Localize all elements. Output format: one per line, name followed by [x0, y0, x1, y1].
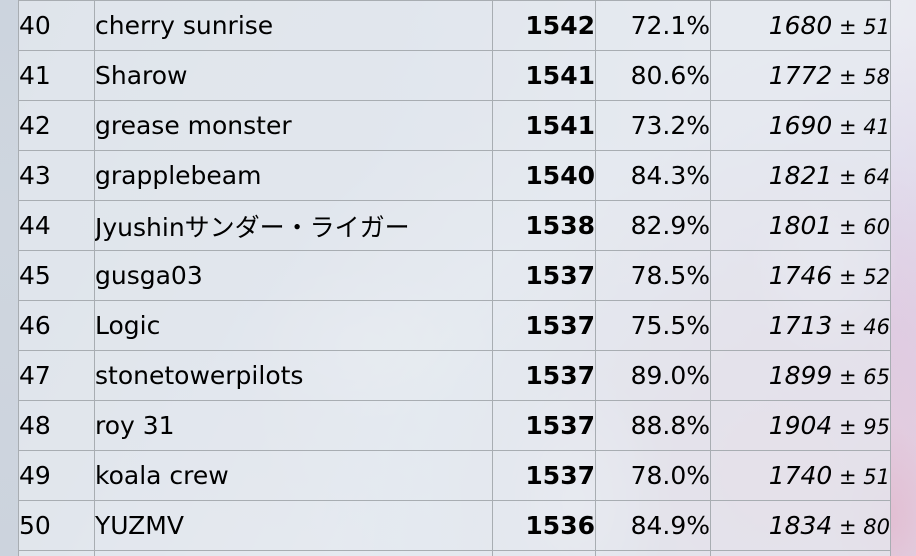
range-value: 1772 — [768, 61, 833, 90]
cell-partial-rating — [492, 550, 596, 556]
cell-rating: 1537 — [492, 350, 596, 401]
cell-rank: 49 — [18, 450, 95, 501]
cell-percent: 73.2% — [595, 100, 711, 151]
range-value: 1821 — [768, 161, 833, 190]
cell-rank: 47 — [18, 350, 95, 401]
cell-rating: 1537 — [492, 250, 596, 301]
range-value: 1690 — [768, 111, 833, 140]
cell-rank: 45 — [18, 250, 95, 301]
background-left-strip — [0, 0, 19, 556]
range-value: 1801 — [768, 211, 833, 240]
range-error: ± 58 — [832, 65, 890, 89]
cell-partial-pct — [595, 550, 711, 556]
cell-range: 1834 ± 80 — [710, 500, 891, 551]
cell-range: 1821 ± 64 — [710, 150, 891, 201]
cell-range: 1713 ± 46 — [710, 300, 891, 351]
cell-rating: 1536 — [492, 500, 596, 551]
cell-name: koala crew — [94, 450, 493, 501]
table-row[interactable]: 47 stonetowerpilots 1537 89.0% 1899 ± 65 — [18, 350, 891, 401]
range-value: 1904 — [768, 411, 833, 440]
cell-percent: 82.9% — [595, 200, 711, 251]
cell-percent: 84.9% — [595, 500, 711, 551]
table-row-partial[interactable] — [18, 550, 891, 556]
cell-rank: 46 — [18, 300, 95, 351]
cell-name: YUZMV — [94, 500, 493, 551]
range-error: ± 65 — [832, 365, 890, 389]
range-error: ± 52 — [832, 265, 890, 289]
range-error: ± 95 — [832, 415, 890, 439]
table-row[interactable]: 42 grease monster 1541 73.2% 1690 ± 41 — [18, 100, 891, 151]
cell-rating: 1537 — [492, 400, 596, 451]
cell-rating: 1541 — [492, 100, 596, 151]
cell-name: grease monster — [94, 100, 493, 151]
cell-range: 1899 ± 65 — [710, 350, 891, 401]
cell-rank: 41 — [18, 50, 95, 101]
range-value: 1746 — [768, 261, 833, 290]
cell-range: 1801 ± 60 — [710, 200, 891, 251]
cell-percent: 78.0% — [595, 450, 711, 501]
cell-rank: 43 — [18, 150, 95, 201]
cell-name: cherry sunrise — [94, 0, 493, 51]
table-row[interactable]: 45 gusga03 1537 78.5% 1746 ± 52 — [18, 250, 891, 301]
table-row[interactable]: 50 YUZMV 1536 84.9% 1834 ± 80 — [18, 500, 891, 551]
range-error: ± 64 — [832, 165, 890, 189]
cell-rating: 1542 — [492, 0, 596, 51]
range-error: ± 51 — [832, 465, 890, 489]
cell-rank: 40 — [18, 0, 95, 51]
table-row[interactable]: 48 roy 31 1537 88.8% 1904 ± 95 — [18, 400, 891, 451]
cell-range: 1740 ± 51 — [710, 450, 891, 501]
leaderboard-table-body: 40 cherry sunrise 1542 72.1% 1680 ± 51 41 Shar… — [18, 0, 891, 556]
cell-range: 1680 ± 51 — [710, 0, 891, 51]
range-error: ± 46 — [832, 315, 890, 339]
cell-range: 1746 ± 52 — [710, 250, 891, 301]
cell-partial-rank — [18, 550, 95, 556]
cell-partial-name — [94, 550, 493, 556]
cell-name: Sharow — [94, 50, 493, 101]
cell-percent: 75.5% — [595, 300, 711, 351]
cell-percent: 88.8% — [595, 400, 711, 451]
cell-rating: 1538 — [492, 200, 596, 251]
range-value: 1713 — [768, 311, 833, 340]
page-root: 40 cherry sunrise 1542 72.1% 1680 ± 51 41 Shar… — [0, 0, 916, 556]
cell-name: roy 31 — [94, 400, 493, 451]
cell-range: 1690 ± 41 — [710, 100, 891, 151]
cell-rank: 50 — [18, 500, 95, 551]
cell-percent: 72.1% — [595, 0, 711, 51]
table-row[interactable]: 41 Sharow 1541 80.6% 1772 ± 58 — [18, 50, 891, 101]
cell-rank: 48 — [18, 400, 95, 451]
range-error: ± 60 — [832, 215, 890, 239]
range-value: 1899 — [768, 361, 833, 390]
cell-rating: 1541 — [492, 50, 596, 101]
leaderboard-table-container: 40 cherry sunrise 1542 72.1% 1680 ± 51 41 Shar… — [18, 0, 891, 556]
cell-rating: 1537 — [492, 450, 596, 501]
cell-partial-range — [710, 550, 891, 556]
leaderboard-table: 40 cherry sunrise 1542 72.1% 1680 ± 51 41 Shar… — [18, 0, 891, 556]
cell-name: stonetowerpilots — [94, 350, 493, 401]
cell-percent: 84.3% — [595, 150, 711, 201]
cell-percent: 89.0% — [595, 350, 711, 401]
range-value: 1834 — [768, 511, 833, 540]
cell-range: 1904 ± 95 — [710, 400, 891, 451]
range-value: 1680 — [768, 11, 833, 40]
table-row[interactable]: 43 grapplebeam 1540 84.3% 1821 ± 64 — [18, 150, 891, 201]
range-value: 1740 — [768, 461, 833, 490]
cell-percent: 78.5% — [595, 250, 711, 301]
cell-name: Logic — [94, 300, 493, 351]
range-error: ± 80 — [832, 515, 890, 539]
cell-name: grapplebeam — [94, 150, 493, 201]
table-row[interactable]: 46 Logic 1537 75.5% 1713 ± 46 — [18, 300, 891, 351]
cell-name: gusga03 — [94, 250, 493, 301]
cell-percent: 80.6% — [595, 50, 711, 101]
table-row[interactable]: 44 Jyushinサンダー・ライガー 1538 82.9% 1801 ± 60 — [18, 200, 891, 251]
cell-rank: 42 — [18, 100, 95, 151]
cell-rating: 1537 — [492, 300, 596, 351]
range-error: ± 41 — [832, 115, 890, 139]
cell-rank: 44 — [18, 200, 95, 251]
range-error: ± 51 — [832, 15, 890, 39]
cell-rating: 1540 — [492, 150, 596, 201]
cell-range: 1772 ± 58 — [710, 50, 891, 101]
table-row[interactable]: 40 cherry sunrise 1542 72.1% 1680 ± 51 — [18, 0, 891, 51]
table-row[interactable]: 49 koala crew 1537 78.0% 1740 ± 51 — [18, 450, 891, 501]
cell-name: Jyushinサンダー・ライガー — [94, 200, 493, 251]
